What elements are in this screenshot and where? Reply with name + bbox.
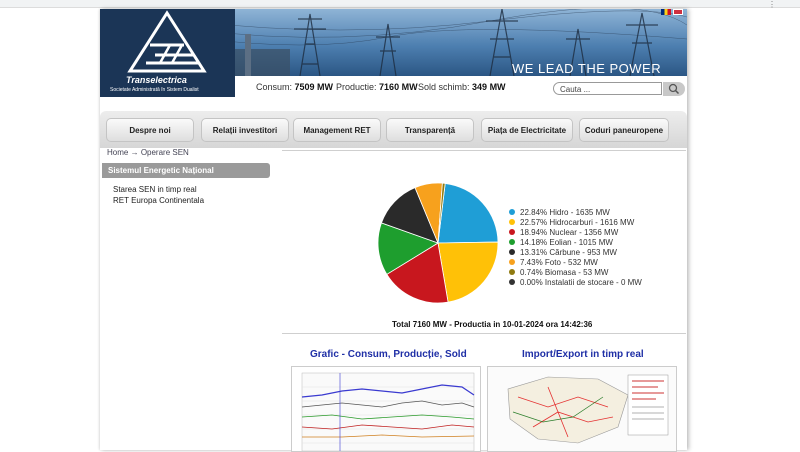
legend-item: 18.94% Nuclear - 1356 MW	[509, 228, 618, 238]
pie-slice-hidro	[437, 182, 499, 244]
nav-transparenta[interactable]: Transparență	[386, 118, 474, 142]
sold-label: Sold schimb:	[418, 82, 470, 92]
search-button[interactable]	[663, 82, 685, 96]
consum-stat: Consum: 7509 MW	[256, 82, 333, 92]
pie-slice-hidrocarburi	[437, 241, 499, 303]
legend-item: 22.84% Hidro - 1635 MW	[509, 208, 610, 218]
import-export-map-image	[488, 367, 676, 451]
legend-label: 0.00% Instalatii de stocare - 0 MW	[520, 278, 642, 287]
legend-dot-icon	[509, 228, 515, 235]
legend-label: 7.43% Foto - 532 MW	[520, 258, 598, 267]
sidebar-item-starea-sen[interactable]: Starea SEN in timp real	[113, 185, 197, 194]
legend-item: 22.57% Hidrocarburi - 1616 MW	[509, 218, 634, 228]
legend-label: 14.18% Eolian - 1015 MW	[520, 238, 613, 247]
nav-coduri-paneuropene[interactable]: Coduri paneuropene	[579, 118, 669, 142]
legend-dot-icon	[509, 268, 515, 275]
legend-dot-icon	[509, 238, 515, 245]
slogan: WE LEAD THE POWER	[512, 61, 662, 76]
production-pie-chart	[377, 182, 499, 304]
sold-value: 349 MW	[472, 82, 506, 92]
browser-menu-icon[interactable]: ⋮	[768, 0, 790, 9]
breadcrumb-arrow: →	[130, 148, 139, 157]
legend-label: 22.57% Hidrocarburi - 1616 MW	[520, 218, 635, 227]
grafic-thumbnail[interactable]	[291, 366, 481, 452]
search-icon	[668, 83, 680, 95]
grafic-title[interactable]: Grafic - Consum, Producție, Sold	[310, 349, 467, 360]
breadcrumb-home[interactable]: Home	[107, 148, 128, 157]
legend-dot-icon	[509, 248, 515, 255]
productie-stat: Productie: 7160 MW	[336, 82, 418, 92]
legend-dot-icon	[509, 218, 515, 225]
import-export-thumbnail[interactable]	[487, 366, 677, 452]
legend-item: 13.31% Cărbune - 953 MW	[509, 248, 617, 258]
legend-dot-icon	[509, 208, 515, 215]
main-nav: Despre noi Relații investitori Managemen…	[100, 111, 687, 148]
consum-value: 7509 MW	[294, 82, 334, 92]
uk-flag-icon[interactable]	[673, 9, 683, 15]
sold-stat: Sold schimb: 349 MW	[418, 82, 506, 92]
legend-label: 22.84% Hidro - 1635 MW	[520, 208, 610, 217]
page-container: WE LEAD THE POWER Transelectrica Societa…	[100, 9, 687, 452]
logo[interactable]: Transelectrica Societate Administrată în…	[100, 9, 235, 97]
sidebar-item-ret-europa[interactable]: RET Europa Continentala	[113, 196, 204, 205]
logo-subtitle: Societate Administrată în Sistem Dualist	[110, 87, 199, 93]
legend-dot-icon	[509, 278, 515, 285]
total-production: Total 7160 MW - Productia in 10-01-2024 …	[392, 320, 593, 329]
search-input[interactable]: Cauta ...	[553, 82, 662, 95]
legend-item: 0.00% Instalatii de stocare - 0 MW	[509, 278, 642, 288]
divider	[282, 333, 686, 334]
browser-chrome: ⋮	[0, 0, 800, 9]
productie-label: Productie:	[336, 82, 377, 92]
nav-piata-electricitate[interactable]: Piața de Electricitate	[481, 118, 573, 142]
romanian-flag-icon[interactable]	[661, 9, 671, 15]
breadcrumb: Home → Operare SEN	[107, 148, 189, 157]
nav-despre-noi[interactable]: Despre noi	[106, 118, 194, 142]
legend-dot-icon	[509, 258, 515, 265]
legend-label: 13.31% Cărbune - 953 MW	[520, 248, 617, 257]
logo-name: Transelectrica	[126, 75, 187, 85]
language-flags	[661, 9, 683, 15]
divider	[282, 150, 686, 151]
grafic-thumbnail-image	[301, 372, 475, 451]
legend-label: 18.94% Nuclear - 1356 MW	[520, 228, 619, 237]
breadcrumb-current[interactable]: Operare SEN	[141, 148, 189, 157]
productie-value: 7160 MW	[379, 82, 418, 92]
nav-relatii-investitori[interactable]: Relații investitori	[201, 118, 289, 142]
legend-item: 0.74% Biomasa - 53 MW	[509, 268, 608, 278]
consum-label: Consum:	[256, 82, 293, 92]
legend-item: 14.18% Eolian - 1015 MW	[509, 238, 613, 248]
legend-item: 7.43% Foto - 532 MW	[509, 258, 598, 268]
legend-label: 0.74% Biomasa - 53 MW	[520, 268, 609, 277]
import-export-title[interactable]: Import/Export in timp real	[522, 349, 644, 360]
nav-management-ret[interactable]: Management RET	[293, 118, 381, 142]
transelectrica-logo-icon	[127, 10, 207, 73]
sidebar-heading[interactable]: Sistemul Energetic Național	[102, 163, 270, 178]
